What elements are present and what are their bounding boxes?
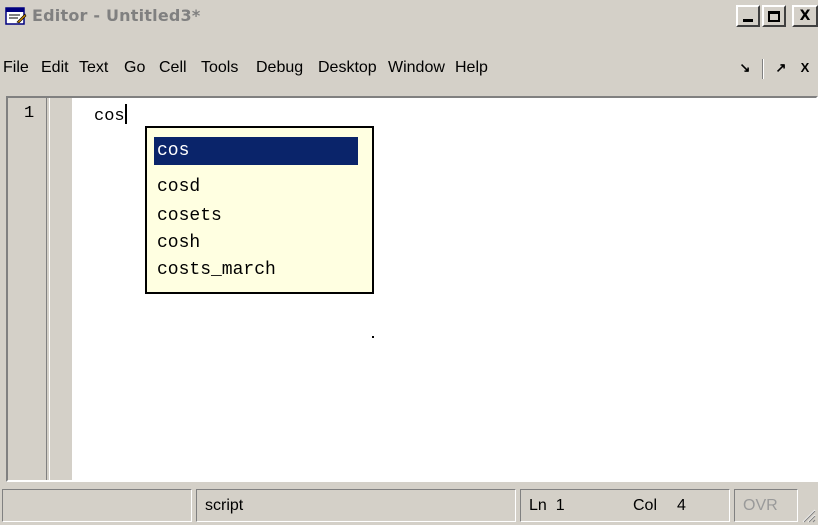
- autocomplete-item-cosh[interactable]: cosh: [154, 229, 358, 257]
- minimize-icon: [743, 18, 753, 22]
- close-button[interactable]: X: [792, 5, 818, 27]
- menu-edit[interactable]: Edit: [41, 55, 69, 81]
- undock-arrow-icon[interactable]: ↗: [770, 58, 792, 78]
- status-bar: script Ln 1 Col 4 OVR: [0, 486, 818, 525]
- close-document-icon[interactable]: X: [794, 58, 816, 78]
- menu-text[interactable]: Text: [79, 55, 108, 81]
- menu-desktop[interactable]: Desktop: [318, 55, 377, 81]
- status-col-value: 4: [677, 497, 686, 514]
- gutter-divider: [46, 98, 50, 480]
- stray-dot: [372, 336, 374, 338]
- status-mode: script: [196, 489, 516, 522]
- line-number: 1: [24, 104, 35, 123]
- code-line[interactable]: cos: [94, 104, 127, 126]
- menu-bar: File Edit Text Go Cell Tools Debug Deskt…: [0, 55, 818, 81]
- maximize-button[interactable]: [762, 5, 786, 27]
- autocomplete-item-cosd[interactable]: cosd: [154, 173, 358, 201]
- autocomplete-item-costs-march[interactable]: costs_march: [154, 256, 358, 284]
- menu-help[interactable]: Help: [455, 55, 488, 81]
- menu-go[interactable]: Go: [124, 55, 145, 81]
- menu-separator: [762, 59, 764, 79]
- autocomplete-popup: cos cosd cosets cosh costs_march: [145, 126, 374, 294]
- menu-debug[interactable]: Debug: [256, 55, 303, 81]
- editor-pane[interactable]: 1 cos: [6, 96, 818, 482]
- resize-grip-icon[interactable]: [802, 509, 816, 523]
- maximize-icon: [768, 10, 780, 22]
- menu-file[interactable]: File: [3, 55, 29, 81]
- status-panel-empty: [2, 489, 192, 522]
- menu-window[interactable]: Window: [388, 55, 445, 81]
- menu-tools[interactable]: Tools: [201, 55, 238, 81]
- minimize-button[interactable]: [736, 5, 760, 27]
- menu-cell[interactable]: Cell: [159, 55, 187, 81]
- title-bar[interactable]: Editor - Untitled3* X: [0, 0, 818, 33]
- line-number-gutter: 1: [8, 98, 72, 480]
- close-icon: X: [799, 8, 811, 24]
- status-ln-value: 1: [555, 497, 565, 514]
- autocomplete-item-cosets[interactable]: cosets: [154, 202, 358, 230]
- status-ovr: OVR: [734, 489, 798, 522]
- dock-arrow-icon[interactable]: ↘: [734, 58, 756, 78]
- window-title: Editor - Untitled3*: [32, 6, 201, 25]
- status-col-label: Col: [633, 497, 658, 514]
- text-caret: [124, 104, 127, 124]
- editor-window: Editor - Untitled3* X File Edit Text Go …: [0, 0, 818, 525]
- status-ln-label: Ln: [529, 497, 547, 514]
- editor-app-icon[interactable]: [5, 6, 27, 26]
- status-position: Ln 1 Col 4: [520, 489, 730, 522]
- autocomplete-item-cos[interactable]: cos: [154, 137, 358, 165]
- code-text: cos: [94, 107, 125, 126]
